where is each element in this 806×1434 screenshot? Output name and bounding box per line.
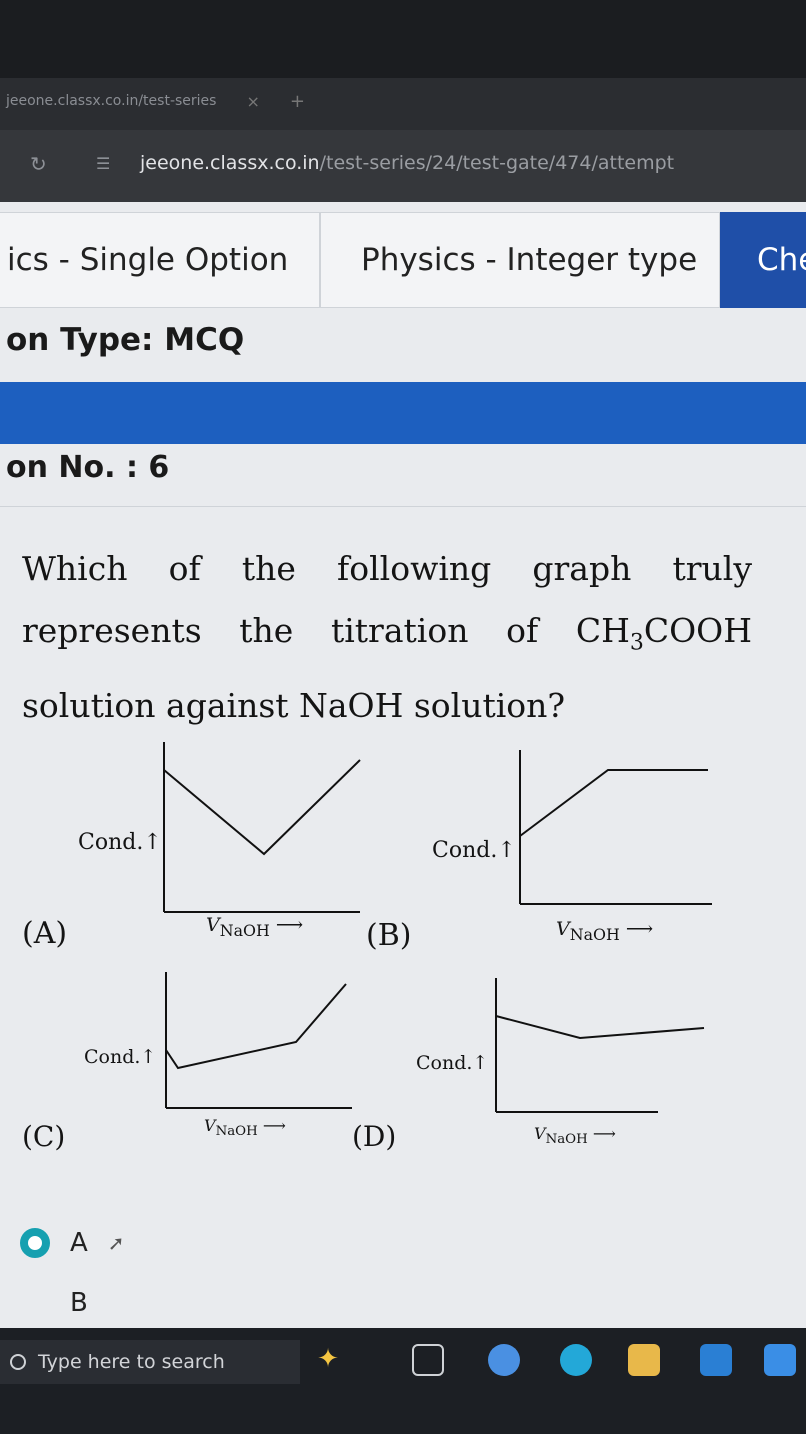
graph-c-xlabel: VNaOH ⟶ — [204, 1116, 286, 1139]
graph-d-ylabel: Cond.↑ — [416, 1052, 488, 1074]
graph-a-letter: (A) — [22, 916, 68, 951]
graph-a-xlabel: VNaOH ⟶ — [206, 914, 303, 940]
url-path: /test-series/24/test-gate/474/attempt — [319, 152, 675, 174]
ylabel-text: Cond. — [84, 1046, 141, 1068]
radio-unselected-icon[interactable] — [20, 1288, 50, 1318]
address-bar[interactable]: ↻ ☰ jeeone.classx.co.in/test-series/24/t… — [0, 130, 806, 202]
xlabel-sub: NaOH — [569, 924, 620, 944]
right-arrow-icon: ⟶ — [275, 914, 304, 936]
widgets-icon[interactable]: ✦ — [312, 1344, 344, 1376]
graph-b-letter: (B) — [366, 918, 412, 953]
graph-d-xlabel: VNaOH ⟶ — [534, 1124, 616, 1147]
browser-icon[interactable] — [560, 1344, 592, 1376]
graph-b-plot — [519, 750, 712, 905]
search-placeholder: Type here to search — [38, 1351, 225, 1373]
window-top-area — [0, 0, 806, 78]
graph-a-ylabel: Cond.↑ — [78, 830, 162, 855]
xlabel-sub: NaOH — [215, 1124, 258, 1140]
store-icon[interactable] — [764, 1344, 796, 1376]
url-text[interactable]: jeeone.classx.co.in/test-series/24/test-… — [140, 152, 674, 174]
xlabel-text: V — [534, 1124, 546, 1143]
graph-c — [156, 972, 356, 1112]
question-text: Which of the following graph truly repre… — [22, 538, 752, 737]
graph-d — [488, 978, 708, 1118]
up-arrow-icon: ↑ — [140, 1046, 157, 1068]
option-a[interactable]: A ➚ — [20, 1228, 125, 1258]
graph-c-plot — [165, 972, 352, 1109]
ylabel-text: Cond. — [78, 830, 144, 855]
xlabel-text: V — [204, 1116, 216, 1135]
tab-physics-integer[interactable]: Physics - Integer type — [320, 212, 720, 308]
question-number: on No. : 6 — [6, 450, 170, 485]
site-info-icon[interactable]: ☰ — [96, 154, 110, 173]
up-arrow-icon: ↑ — [497, 838, 516, 863]
tab-label: Physics - Integer type — [361, 242, 698, 278]
xlabel-text: V — [556, 918, 570, 940]
conductance-curve — [163, 759, 361, 856]
conductance-curve — [519, 769, 708, 837]
ylabel-text: Cond. — [416, 1052, 473, 1074]
tab-chemistry[interactable]: Che — [720, 212, 806, 308]
browser-tab[interactable]: jeeone.classx.co.in/test-series × + — [0, 84, 305, 118]
mouse-cursor-icon: ➚ — [107, 1231, 125, 1255]
conductance-curve — [495, 1015, 705, 1040]
graph-d-plot — [495, 978, 705, 1113]
option-label: B — [70, 1288, 88, 1318]
right-arrow-icon: ⟶ — [592, 1124, 616, 1143]
taskbar-search[interactable]: Type here to search — [0, 1340, 300, 1384]
task-view-icon[interactable] — [412, 1344, 444, 1376]
reload-icon[interactable]: ↻ — [30, 152, 47, 176]
divider — [0, 506, 806, 507]
xlabel-text: V — [206, 914, 220, 936]
option-label: A — [70, 1228, 88, 1258]
right-arrow-icon: ⟶ — [262, 1116, 286, 1135]
browser-tab-title: jeeone.classx.co.in/test-series — [6, 93, 217, 109]
ylabel-text: Cond. — [432, 838, 498, 863]
question-type: on Type: MCQ — [6, 322, 245, 358]
xlabel-sub: NaOH — [219, 920, 270, 940]
graph-c-letter: (C) — [22, 1120, 66, 1153]
xlabel-sub: NaOH — [545, 1132, 588, 1148]
graph-d-letter: (D) — [352, 1120, 397, 1153]
graph-c-ylabel: Cond.↑ — [84, 1046, 156, 1068]
conductance-curve — [165, 983, 347, 1070]
mail-icon[interactable] — [700, 1344, 732, 1376]
tab-close-icon[interactable]: × — [246, 92, 259, 111]
graph-a — [150, 742, 370, 922]
graph-b-xlabel: VNaOH ⟶ — [556, 918, 653, 944]
question-header-band — [0, 382, 806, 444]
graph-b — [508, 750, 718, 910]
edge-icon[interactable] — [488, 1344, 520, 1376]
tab-label: ics - Single Option — [7, 242, 289, 278]
test-page: ics - Single Option Physics - Integer ty… — [0, 202, 806, 1328]
new-tab-icon[interactable]: + — [290, 91, 305, 112]
right-arrow-icon: ⟶ — [625, 918, 654, 940]
search-icon — [10, 1354, 26, 1370]
option-b[interactable]: B — [20, 1288, 88, 1318]
graph-a-plot — [163, 742, 361, 913]
graph-b-ylabel: Cond.↑ — [432, 838, 516, 863]
url-host: jeeone.classx.co.in — [140, 152, 320, 174]
up-arrow-icon: ↑ — [143, 830, 162, 855]
radio-selected-icon[interactable] — [20, 1228, 50, 1258]
subject-tabs: ics - Single Option Physics - Integer ty… — [0, 212, 806, 308]
up-arrow-icon: ↑ — [472, 1052, 489, 1074]
taskbar: Type here to search ✦ — [0, 1328, 806, 1434]
question-subscript: 3 — [629, 630, 644, 656]
tab-label: Che — [757, 242, 806, 278]
file-explorer-icon[interactable] — [628, 1344, 660, 1376]
tab-single-option[interactable]: ics - Single Option — [0, 212, 320, 308]
